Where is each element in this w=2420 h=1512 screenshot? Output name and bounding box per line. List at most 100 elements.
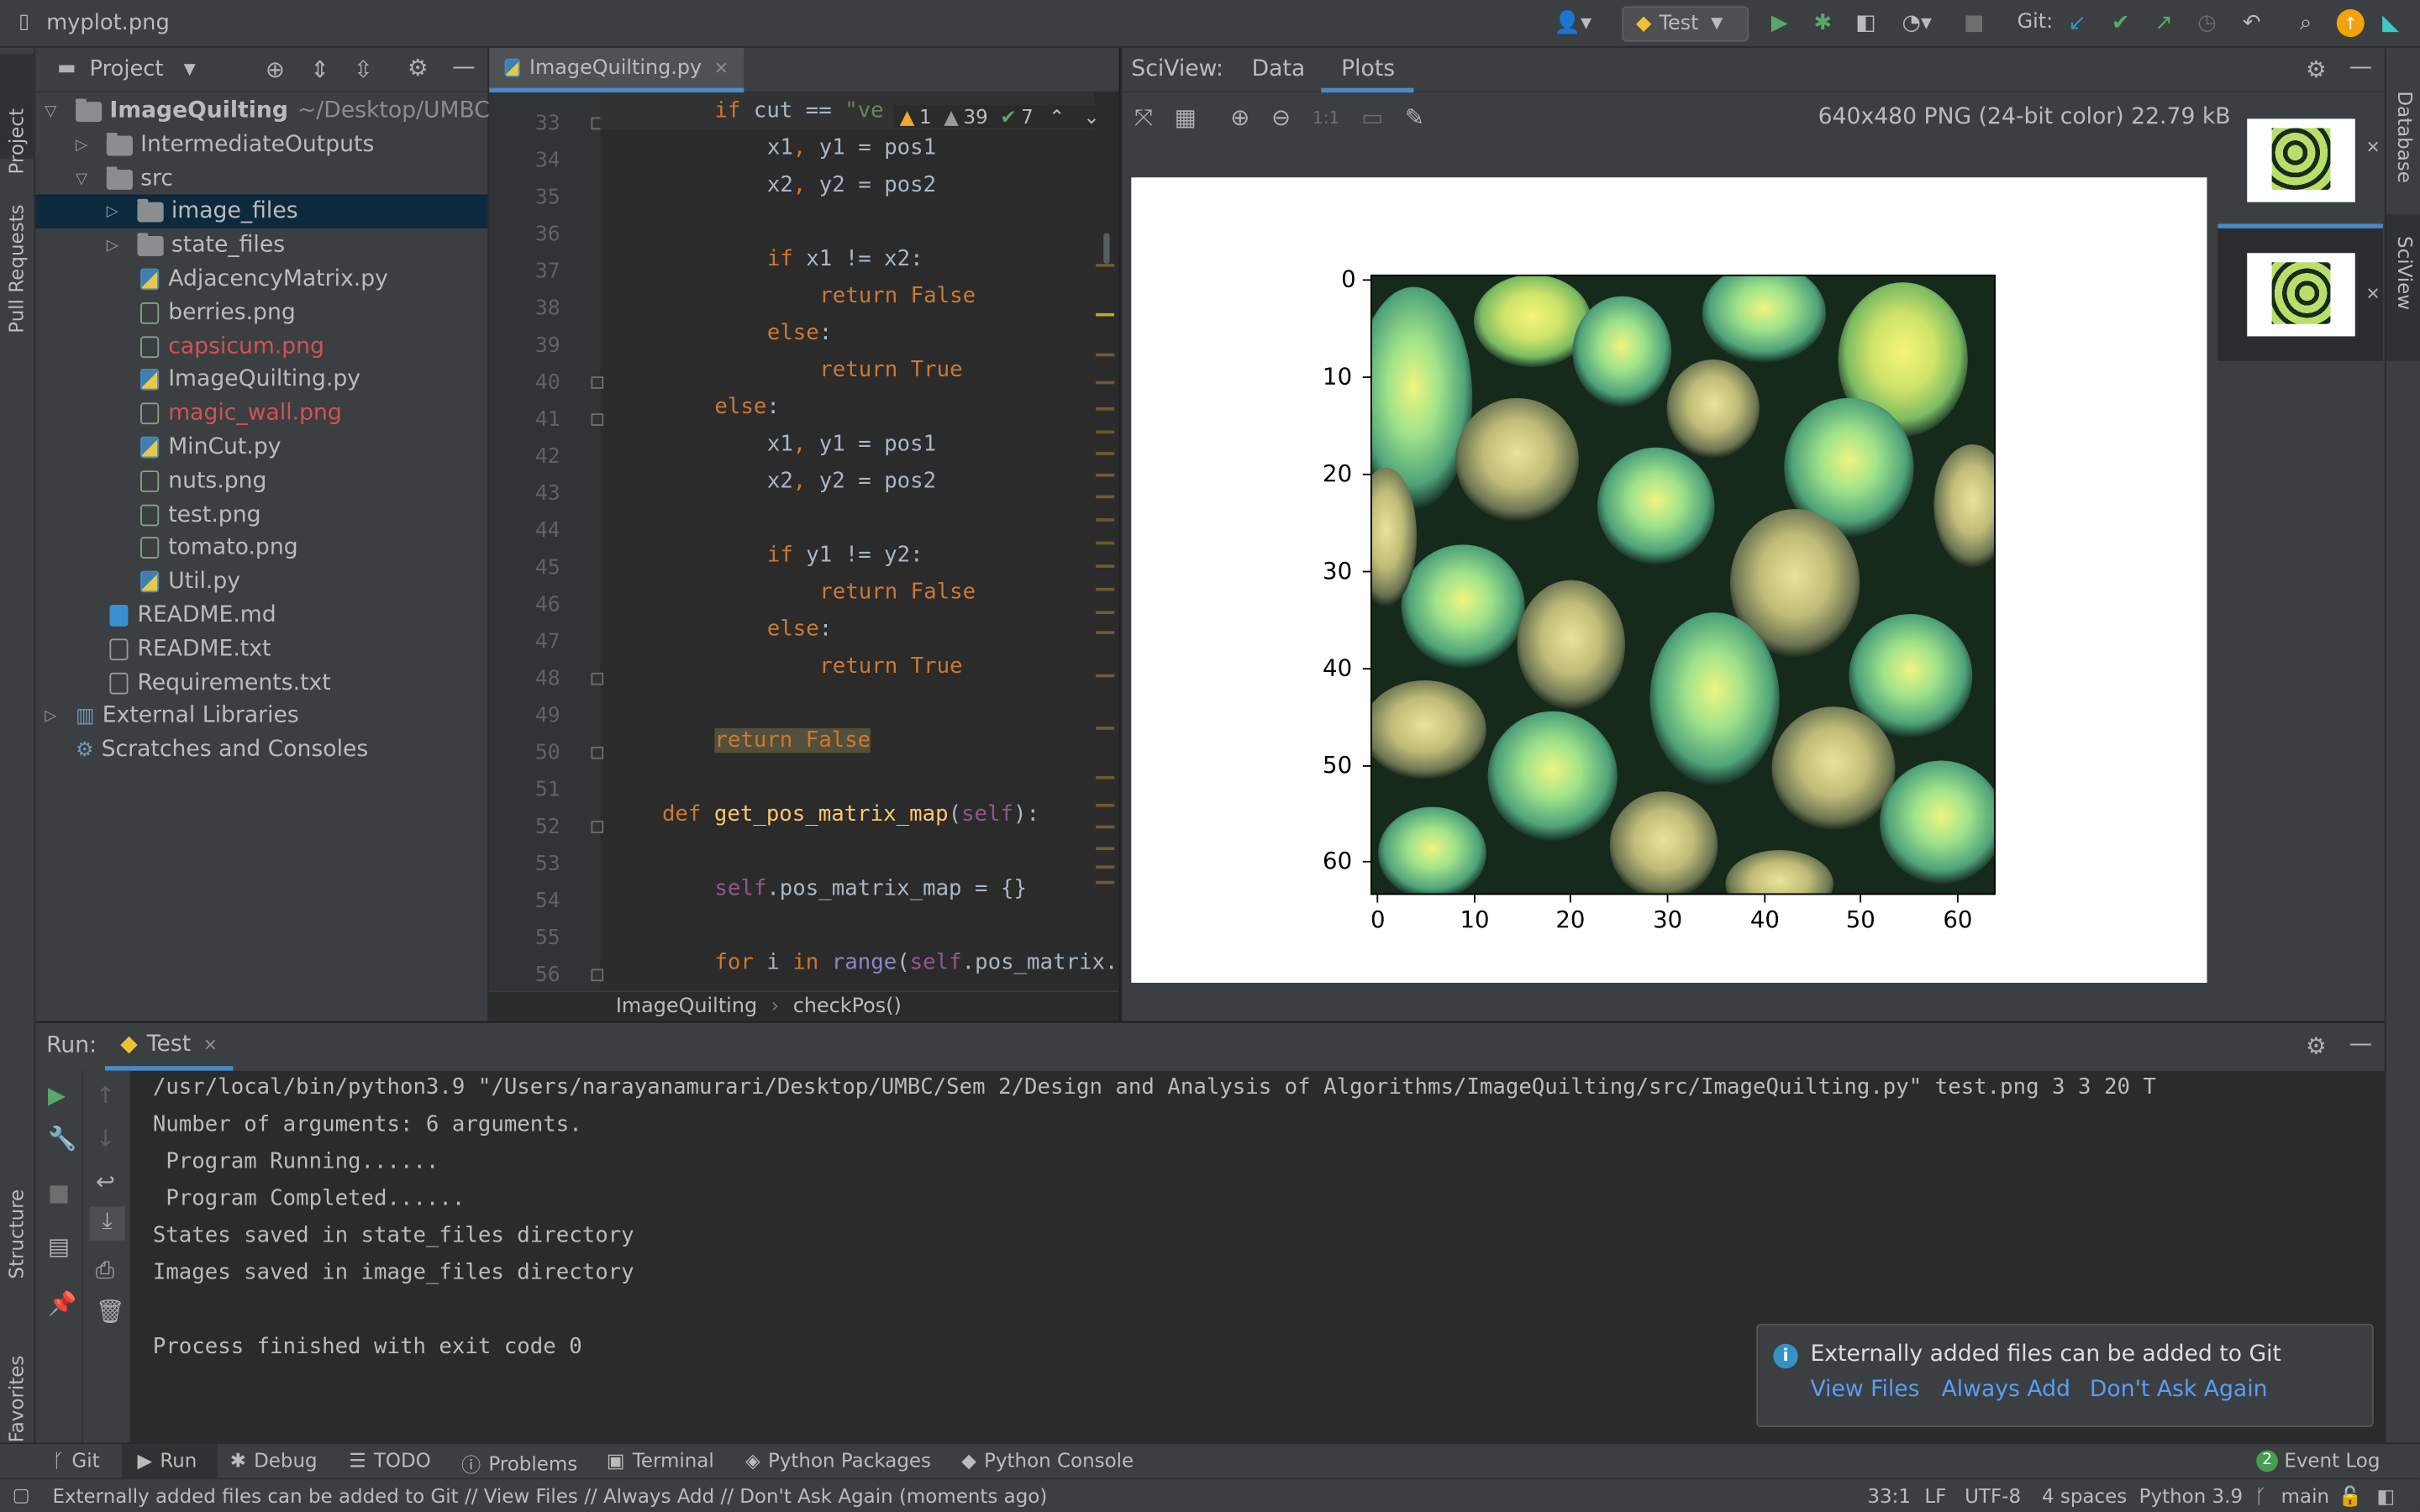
layout-icon[interactable]: ▤: [48, 1233, 70, 1261]
minimize-icon[interactable]: —: [2349, 1029, 2372, 1057]
debug-icon[interactable]: ✱: [1809, 9, 1837, 37]
tab-database[interactable]: Database: [2394, 91, 2417, 183]
coverage-icon[interactable]: ◧: [1852, 9, 1880, 37]
update-icon[interactable]: ↑: [2336, 9, 2365, 38]
stripe-mark[interactable]: [1096, 312, 1115, 317]
zoom-in-icon[interactable]: ⊕: [1230, 103, 1249, 131]
stripe-mark[interactable]: [1096, 775, 1115, 780]
tree-item[interactable]: Util.py: [140, 564, 240, 598]
memory-icon[interactable]: ◧: [2377, 1484, 2396, 1508]
tree-item[interactable]: Requirements.txt: [109, 666, 331, 700]
editor-scrollbar[interactable]: [1103, 233, 1110, 265]
profile-icon[interactable]: ◔▾: [1895, 9, 1938, 37]
print-icon[interactable]: ⎙: [96, 1256, 114, 1284]
stripe-mark[interactable]: [1096, 407, 1115, 411]
collapse-all-icon[interactable]: ⇳: [354, 55, 373, 83]
stripe-mark[interactable]: [1096, 495, 1115, 499]
fold-marker-icon[interactable]: [591, 413, 604, 426]
stripe-mark[interactable]: [1096, 353, 1115, 357]
minimize-icon[interactable]: —: [452, 52, 476, 80]
breadcrumb-class[interactable]: ImageQuilting: [616, 995, 757, 1019]
chevron-down-icon[interactable]: ▼: [184, 61, 196, 78]
tab-data[interactable]: Data: [1252, 57, 1306, 81]
tab-git[interactable]: ᚴ Git: [52, 1449, 99, 1473]
tab-todo[interactable]: ☰ TODO: [349, 1449, 431, 1473]
stripe-mark[interactable]: [1096, 587, 1115, 591]
project-title[interactable]: Project: [90, 57, 164, 81]
grid-icon[interactable]: ▦: [1175, 103, 1197, 131]
tree-item[interactable]: capsicum.png: [140, 330, 324, 364]
tab-python-console[interactable]: ◆ Python Console: [961, 1449, 1134, 1473]
close-icon[interactable]: ✕: [203, 1035, 218, 1055]
tree-item[interactable]: README.txt: [109, 633, 271, 666]
tree-root[interactable]: ▽ ImageQuilting ~/Desktop/UMBC/Se: [45, 94, 525, 128]
tree-item[interactable]: ImageQuilting.py: [140, 363, 360, 396]
stripe-mark[interactable]: [1096, 564, 1115, 568]
tree-item[interactable]: ⚙ Scratches and Consoles: [76, 732, 368, 766]
fit-window-icon[interactable]: ▭: [1361, 103, 1383, 131]
stripe-mark[interactable]: [1096, 381, 1115, 385]
tab-plots[interactable]: Plots: [1341, 57, 1395, 81]
git-commit-icon[interactable]: ✔: [2107, 9, 2134, 37]
stripe-mark[interactable]: [1096, 865, 1115, 869]
git-push-icon[interactable]: ↗: [2150, 9, 2178, 37]
locate-icon[interactable]: ⊕: [266, 55, 285, 83]
trash-icon[interactable]: 🗑: [96, 1298, 125, 1326]
tree-item[interactable]: ▷ state_files: [107, 228, 285, 262]
stripe-mark[interactable]: [1096, 847, 1115, 851]
tree-item[interactable]: nuts.png: [140, 465, 266, 498]
search-icon[interactable]: ⌕: [2291, 9, 2319, 37]
stripe-mark[interactable]: [1096, 825, 1115, 829]
pin-icon[interactable]: 📌: [48, 1289, 76, 1317]
tab-structure[interactable]: Structure: [5, 1189, 29, 1279]
actual-size-icon[interactable]: 1:1: [1313, 108, 1340, 128]
stripe-mark[interactable]: [1096, 611, 1115, 615]
caret-position[interactable]: 33:1: [1867, 1484, 1911, 1508]
tree-item[interactable]: MinCut.py: [140, 430, 281, 464]
stop-icon[interactable]: ■: [48, 1179, 70, 1206]
panel-toggle-icon[interactable]: ▢: [13, 1484, 30, 1506]
tree-item[interactable]: magic_wall.png: [140, 396, 342, 430]
minimize-icon[interactable]: —: [2349, 52, 2372, 80]
tree-item[interactable]: ▷ IntermediateOutputs: [76, 128, 374, 161]
expand-all-icon[interactable]: ⇕: [310, 55, 329, 83]
tree-item[interactable]: tomato.png: [140, 531, 298, 564]
stop-icon[interactable]: ■: [1960, 9, 1988, 37]
line-separator[interactable]: LF: [1924, 1484, 1946, 1508]
stripe-mark[interactable]: [1096, 880, 1115, 885]
inspection-widget[interactable]: ▲ 1 ▲ 39 ✔ 7 ⌃ ⌄: [893, 104, 1107, 129]
stripe-mark[interactable]: [1096, 727, 1115, 730]
indent-setting[interactable]: 4 spaces: [2042, 1484, 2127, 1508]
stripe-mark[interactable]: [1096, 264, 1115, 267]
arrow-down-icon[interactable]: ↓: [96, 1125, 115, 1152]
tab-problems[interactable]: ⓘ Problems: [461, 1449, 577, 1478]
tree-item[interactable]: berries.png: [140, 297, 296, 330]
tab-python-packages[interactable]: ◈ Python Packages: [745, 1449, 931, 1473]
plot-thumbnail-selected[interactable]: ✕: [2217, 223, 2383, 361]
stripe-mark[interactable]: [1096, 541, 1115, 545]
python-interpreter[interactable]: Python 3.9: [2139, 1484, 2243, 1508]
rollback-icon[interactable]: ↶: [2238, 9, 2265, 37]
fold-marker-icon[interactable]: [591, 746, 604, 759]
tree-item[interactable]: AdjacencyMatrix.py: [140, 262, 388, 296]
dont-ask-again-link[interactable]: Don't Ask Again: [2090, 1378, 2268, 1402]
tab-run[interactable]: ▶ Run: [137, 1449, 197, 1473]
fold-marker-icon[interactable]: [591, 821, 604, 833]
rerun-icon[interactable]: ▶: [48, 1082, 66, 1110]
jetbrains-icon[interactable]: ◣: [2377, 9, 2405, 37]
git-update-icon[interactable]: ↙: [2064, 9, 2091, 37]
run-config-dropdown[interactable]: ◆ Test ▼: [1622, 6, 1749, 42]
close-icon[interactable]: ✕: [714, 58, 729, 78]
zoom-out-icon[interactable]: ⊖: [1271, 103, 1291, 131]
close-icon[interactable]: ✕: [2366, 284, 2381, 304]
fold-marker-icon[interactable]: [591, 672, 604, 685]
run-icon[interactable]: ▶: [1765, 9, 1793, 37]
gear-icon[interactable]: ⚙: [2306, 55, 2327, 83]
soft-wrap-icon[interactable]: ↩: [96, 1168, 115, 1195]
stripe-mark[interactable]: [1096, 803, 1115, 807]
gear-icon[interactable]: ⚙: [2306, 1032, 2327, 1060]
tab-pull-requests[interactable]: Pull Requests: [5, 204, 29, 333]
fold-marker-icon[interactable]: [591, 376, 604, 389]
stripe-mark[interactable]: [1096, 430, 1115, 434]
chevron-up-icon[interactable]: ⌃: [1049, 105, 1065, 129]
